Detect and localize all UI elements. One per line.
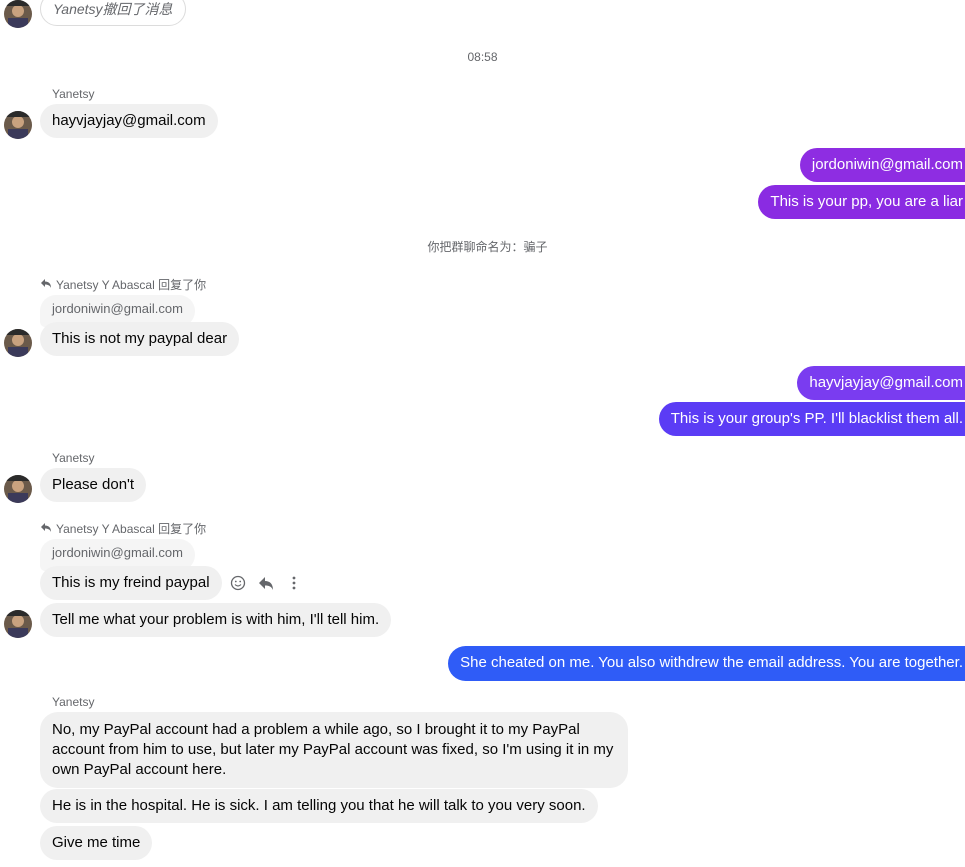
sender-name: Yanetsy bbox=[52, 87, 95, 101]
message-bubble-incoming[interactable]: hayvjayjay@gmail.com bbox=[40, 104, 218, 138]
reply-arrow-icon bbox=[40, 521, 52, 536]
emoji-icon[interactable] bbox=[230, 575, 246, 591]
message-bubble-incoming[interactable]: He is in the hospital. He is sick. I am … bbox=[40, 789, 598, 823]
more-vertical-icon[interactable] bbox=[286, 575, 302, 591]
message-bubble-incoming[interactable]: This is my freind paypal bbox=[40, 566, 222, 600]
message-bubble-incoming[interactable]: Please don't bbox=[40, 468, 147, 502]
message-bubble-outgoing[interactable]: jordoniwin@gmail.com bbox=[799, 148, 965, 182]
message-bubble-outgoing[interactable]: This is your pp, you are a liar bbox=[758, 185, 965, 219]
avatar[interactable] bbox=[4, 111, 32, 139]
sender-name: Yanetsy bbox=[52, 695, 95, 709]
reply-label-text: Yanetsy Y Abascal 回复了你 bbox=[56, 278, 207, 292]
recalled-message-text: Yanetsy撤回了消息 bbox=[53, 1, 173, 17]
message-bubble-outgoing[interactable]: This is your group's PP. I'll blacklist … bbox=[658, 402, 965, 436]
avatar[interactable] bbox=[4, 329, 32, 357]
reply-arrow-icon bbox=[40, 277, 52, 292]
message-bubble-incoming[interactable]: No, my PayPal account had a problem a wh… bbox=[40, 712, 628, 788]
reply-icon[interactable] bbox=[258, 575, 274, 591]
reply-label: Yanetsy Y Abascal 回复了你 bbox=[40, 276, 206, 293]
message-bubble-incoming[interactable]: Give me time bbox=[40, 826, 153, 860]
message-bubble-outgoing[interactable]: hayvjayjay@gmail.com bbox=[797, 366, 965, 400]
sender-name: Yanetsy bbox=[52, 451, 95, 465]
message-bubble-incoming[interactable]: This is not my paypal dear bbox=[40, 322, 240, 356]
message-bubble-incoming[interactable]: Tell me what your problem is with him, I… bbox=[40, 603, 392, 637]
avatar[interactable] bbox=[4, 610, 32, 638]
avatar[interactable] bbox=[4, 475, 32, 503]
avatar[interactable] bbox=[4, 0, 32, 28]
reply-label: Yanetsy Y Abascal 回复了你 bbox=[40, 520, 206, 537]
recalled-message-pill: Yanetsy撤回了消息 bbox=[40, 0, 186, 26]
group-rename-notice: 你把群聊命名为：骗子 bbox=[427, 240, 548, 254]
message-actions bbox=[230, 575, 302, 591]
reply-label-text: Yanetsy Y Abascal 回复了你 bbox=[56, 522, 207, 536]
timestamp: 08:58 bbox=[467, 50, 498, 64]
message-bubble-outgoing[interactable]: She cheated on me. You also withdrew the… bbox=[448, 646, 965, 681]
